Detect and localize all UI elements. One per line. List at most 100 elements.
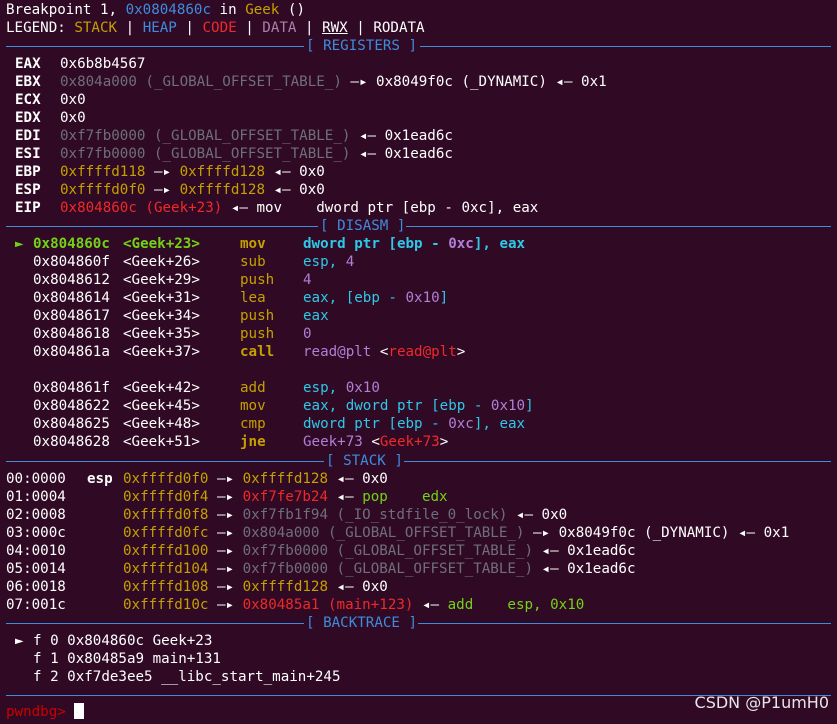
- stack-value: ◂— 0x0: [507, 507, 568, 523]
- register-name: ECX: [15, 92, 41, 108]
- instruction-operand: eax, dword ptr [ebp -: [303, 398, 491, 414]
- disasm-row: 0x804861f <Geek+42> add esp, 0x10: [15, 379, 380, 397]
- register-value: ◂— 0x0: [265, 164, 325, 180]
- text-cursor: [74, 703, 85, 719]
- stack-value: 0xffffd128: [242, 579, 329, 595]
- instruction-symbol: <Geek+37>: [123, 344, 200, 360]
- instruction-operand: 4: [345, 254, 355, 270]
- register-name: EIP: [15, 200, 41, 216]
- instruction-address: 0x804860c: [33, 236, 110, 252]
- register-value: 0xffffd0f0: [60, 182, 146, 198]
- instruction-address: 0x804861a: [33, 344, 110, 360]
- instruction-opcode: mov: [240, 236, 266, 252]
- stack-value: 0xf7fb1f94 (_IO_stdfile_0_lock): [242, 507, 508, 523]
- instruction-address: 0x8048625: [33, 416, 110, 432]
- register-name: EAX: [15, 56, 41, 72]
- frame-text: f 0 0x804860c Geek+23: [33, 633, 213, 649]
- disasm-row: 0x804861a <Geek+37> call read@plt <read@plt…: [15, 343, 465, 361]
- instruction-operand: read@plt: [388, 344, 457, 360]
- backtrace-title: [ BACKTRACE ]: [306, 615, 418, 631]
- register-name: ESP: [15, 182, 41, 198]
- register-value: ◂— 0x1ead6c: [350, 146, 453, 162]
- stack-value: ◂— 0x0: [328, 579, 388, 595]
- instruction-operand: eax: [303, 308, 329, 324]
- registers-title: [ REGISTERS ]: [306, 38, 418, 54]
- stack-row: 03:000c 0xffffd0fc —▸ 0x804a000 (_GLOBAL_…: [6, 524, 789, 542]
- instruction-operand: 0xc: [448, 236, 474, 252]
- instruction-operand: ], eax: [473, 416, 526, 432]
- disasm-title: [ DISASM ]: [320, 218, 406, 234]
- instruction-symbol: <Geek+31>: [123, 290, 200, 306]
- register-value: 0xffffd128: [179, 164, 266, 180]
- stack-value: ◂—: [413, 597, 448, 613]
- registers-separator: [ REGISTERS ]: [0, 37, 837, 55]
- instruction-symbol: <Geek+45>: [123, 398, 200, 414]
- instruction-operand: ], eax: [473, 236, 526, 252]
- disasm-row: 0x8048625 <Geek+48> cmp dword ptr [ebp - 0x…: [15, 415, 525, 433]
- backtrace-frame: ► f 0 0x804860c Geek+23: [15, 632, 212, 650]
- register-row: EBX 0x804a000 (_GLOBAL_OFFSET_TABLE_) —▸ …: [15, 73, 607, 91]
- instruction-operand: 4: [303, 272, 312, 288]
- instruction-symbol: <Geek+26>: [123, 254, 200, 270]
- instruction-operand: <: [371, 434, 380, 450]
- instruction-address: 0x804861f: [33, 380, 110, 396]
- instruction-address: 0x8048617: [33, 308, 110, 324]
- current-instruction-arrow-icon: ►: [15, 236, 24, 252]
- register-value: 0x0: [60, 110, 86, 126]
- instruction-address: 0x8048618: [33, 326, 110, 342]
- stack-row: 00:0000 esp 0xffffd0f0 —▸ 0xffffd128 ◂— 0x…: [6, 470, 388, 488]
- instruction-symbol: <Geek+23>: [123, 236, 200, 252]
- stack-value: ◂—: [328, 489, 363, 505]
- stack-separator: [ STACK ]: [0, 452, 837, 470]
- instruction-operand: ]: [439, 290, 449, 306]
- backtrace-separator: [ BACKTRACE ]: [0, 614, 837, 632]
- stack-value: —▸: [208, 597, 243, 613]
- stack-value: 0xf7fb0000 (_GLOBAL_OFFSET_TABLE_): [242, 561, 534, 577]
- register-name: EDI: [15, 128, 41, 144]
- frame-text: f 2 0xf7de3ee5 __libc_start_main+245: [33, 669, 341, 685]
- instruction-symbol: <Geek+51>: [123, 434, 200, 450]
- disasm-row: 0x8048628 <Geek+51> jne Geek+73 <Geek+73>: [15, 433, 448, 451]
- register-value: 0x0: [60, 92, 86, 108]
- disasm-separator: [ DISASM ]: [0, 217, 837, 235]
- register-name: EBX: [15, 74, 41, 90]
- stack-value: —▸: [208, 489, 243, 505]
- stack-index: 03:000c: [6, 525, 66, 541]
- register-value: ◂— 0x1ead6c: [350, 128, 453, 144]
- register-value: —▸: [145, 182, 180, 198]
- instruction-operand: esp,: [303, 380, 346, 396]
- stack-value: —▸: [208, 471, 243, 487]
- register-value: 0x804860c (Geek+23): [60, 200, 223, 216]
- stack-value: 0xf7fe7b24: [242, 489, 329, 505]
- command-prompt[interactable]: pwndbg>: [6, 703, 85, 721]
- disasm-row: 0x8048617 <Geek+34> push eax: [15, 307, 329, 325]
- disasm-row-current: ► 0x804860c <Geek+23> mov dword ptr [ebp - 0…: [15, 235, 525, 253]
- instruction-operand: esp,: [303, 254, 346, 270]
- watermark: CSDN @P1umH0: [694, 693, 829, 712]
- stack-value: 0x804a000 (_GLOBAL_OFFSET_TABLE_): [242, 525, 525, 541]
- instruction-address: 0x8048622: [33, 398, 110, 414]
- instruction-address: 0x8048612: [33, 272, 110, 288]
- instruction-symbol: <Geek+42>: [123, 380, 200, 396]
- stack-value: —▸: [208, 579, 243, 595]
- terminal-window[interactable]: Breakpoint 1, 0x0804860c in Geek () LEGE…: [0, 0, 837, 724]
- stack-row: 02:0008 0xffffd0f8 —▸ 0xf7fb1f94 (_IO_std…: [6, 506, 567, 524]
- stack-value: 0xffffd108: [123, 579, 209, 595]
- register-value: 0x6b8b4567: [60, 56, 146, 72]
- instruction-operand: 0x10: [405, 290, 440, 306]
- frame-arrow-icon: ►: [15, 633, 24, 649]
- instruction-operand: 0x10: [345, 380, 380, 396]
- register-value: 0x804a000 (_GLOBAL_OFFSET_TABLE_): [60, 74, 342, 90]
- stack-value: 0xffffd128: [242, 471, 329, 487]
- instruction-opcode: cmp: [240, 416, 266, 432]
- backtrace-frame: f 2 0xf7de3ee5 __libc_start_main+245: [15, 668, 341, 686]
- instruction-opcode: add: [240, 380, 266, 396]
- instruction-opcode: mov: [240, 398, 266, 414]
- disasm-row: 0x804860f <Geek+26> sub esp, 4: [15, 253, 354, 271]
- instruction-opcode: push: [240, 326, 275, 342]
- stack-value: —▸: [208, 507, 243, 523]
- register-value: 0xf7fb0000 (_GLOBAL_OFFSET_TABLE_): [60, 146, 351, 162]
- instruction-operand: 0: [303, 326, 312, 342]
- stack-value: 0xffffd0f4: [123, 489, 209, 505]
- stack-value: —▸: [208, 561, 243, 577]
